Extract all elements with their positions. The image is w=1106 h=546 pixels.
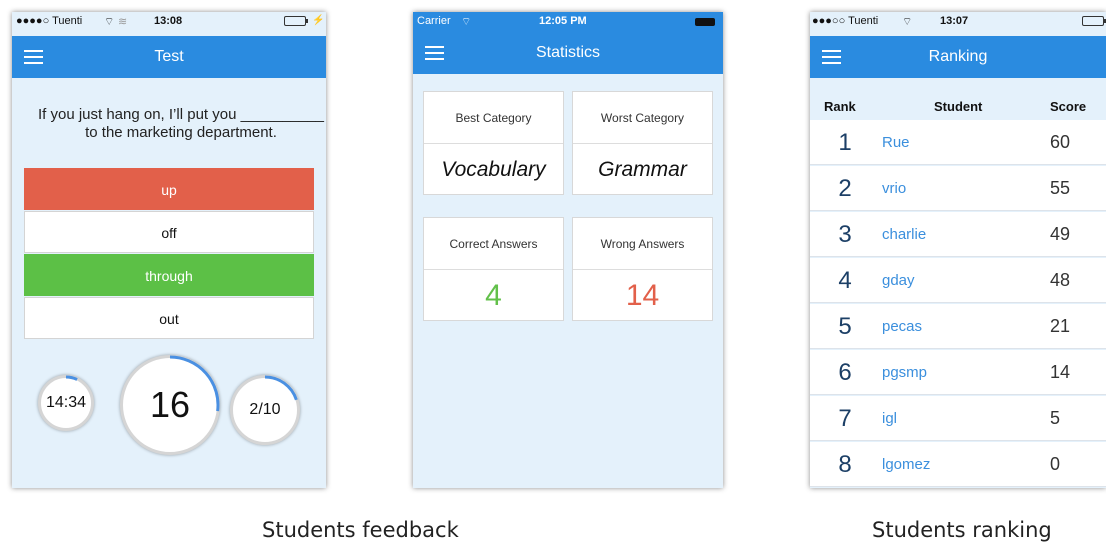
page-title: Statistics [535, 44, 600, 61]
caption-students-ranking: Students ranking [872, 518, 1052, 542]
rank-cell: 1 [838, 129, 852, 156]
nav-bar: Statistics [413, 32, 723, 74]
carrier-label: Carrier [417, 15, 451, 27]
score-column-header: Score [1050, 99, 1087, 114]
answer-option-through[interactable]: through [24, 254, 314, 296]
score-cell: 49 [1050, 224, 1071, 244]
nav-bar: Test [12, 36, 326, 78]
option-label: up [161, 182, 177, 198]
rank-cell: 7 [838, 405, 852, 432]
table-row[interactable]: 8 lgomez 0 [810, 442, 1106, 487]
card-label: Wrong Answers [573, 218, 712, 270]
score-cell: 48 [1050, 270, 1071, 290]
signal-icon: ≋ [118, 16, 128, 28]
battery-icon [695, 18, 715, 26]
carrier-label: ●●●○○ Tuenti [812, 15, 879, 27]
countdown-value: 16 [149, 384, 191, 425]
wifi-icon: ⌔ [902, 16, 913, 28]
student-name-link[interactable]: pgsmp [882, 364, 927, 381]
table-row[interactable]: 1 Rue 60 [810, 120, 1106, 165]
rank-cell: 2 [838, 175, 852, 202]
countdown-circle: 16 [120, 355, 220, 455]
progress-arc [264, 375, 298, 401]
statistics-phone: Carrier ⌔ 12:05 PM Statistics Best Categ… [413, 12, 723, 488]
wifi-icon: ⌔ [461, 16, 472, 28]
battery-icon [1082, 16, 1106, 26]
charging-icon: ⚡ [312, 15, 325, 26]
time-label: 12:05 PM [539, 15, 587, 27]
time-label: 13:08 [154, 15, 183, 27]
status-bar: ●●●○○ Tuenti ⌔ 13:07 [810, 12, 1106, 30]
card-value: 14 [625, 279, 660, 312]
question-counter-circle: 2/10 [230, 375, 300, 445]
student-name-link[interactable]: pecas [882, 318, 922, 335]
rank-cell: 6 [838, 359, 852, 386]
student-name-link[interactable]: gday [882, 272, 915, 289]
card-label: Correct Answers [424, 218, 563, 270]
card-label: Worst Category [573, 92, 712, 144]
carrier-label: ●●●●○ Tuenti [16, 15, 83, 27]
card-label: Best Category [424, 92, 563, 144]
student-name-link[interactable]: igl [882, 410, 897, 427]
student-name-link[interactable]: lgomez [882, 456, 930, 473]
score-cell: 14 [1050, 362, 1071, 382]
option-label: out [159, 311, 179, 327]
page-title: Test [154, 48, 184, 65]
student-column-header: Student [934, 99, 983, 114]
table-row[interactable]: 3 charlie 49 [810, 212, 1106, 257]
worst-category-card: Worst Category Grammar [572, 91, 713, 195]
card-value: Vocabulary [441, 158, 546, 181]
answer-option-out[interactable]: out [24, 297, 314, 339]
table-row[interactable]: 2 vrio 55 [810, 166, 1106, 211]
score-cell: 21 [1050, 316, 1071, 336]
table-row[interactable]: 5 pecas 21 [810, 304, 1106, 349]
answer-option-up[interactable]: up [24, 168, 314, 210]
score-cell: 55 [1050, 178, 1071, 198]
timer-circle: 14:34 [38, 375, 94, 431]
status-bar: ●●●●○ Tuenti ⌔ ≋ 13:08 ⚡ [12, 12, 326, 30]
table-row[interactable]: 4 gday 48 [810, 258, 1106, 303]
option-label: off [161, 225, 177, 241]
rank-column-header: Rank [824, 99, 856, 114]
rank-cell: 5 [838, 313, 852, 340]
rank-cell: 8 [838, 451, 852, 478]
score-cell: 0 [1050, 454, 1061, 474]
question-counter-value: 2/10 [249, 401, 281, 418]
score-cell: 5 [1050, 408, 1061, 428]
rank-cell: 4 [838, 267, 852, 294]
nav-bar: Ranking [810, 36, 1106, 78]
timer-value: 14:34 [45, 394, 87, 411]
card-value: 4 [485, 279, 502, 312]
best-category-card: Best Category Vocabulary [423, 91, 564, 195]
student-name-link[interactable]: charlie [882, 226, 926, 243]
ranking-phone: ●●●○○ Tuenti ⌔ 13:07 Ranking Rank Studen… [810, 12, 1106, 488]
student-name-link[interactable]: vrio [882, 180, 906, 197]
caption-students-feedback: Students feedback [262, 518, 459, 542]
rank-cell: 3 [838, 221, 852, 248]
table-header: Rank Student Score [810, 90, 1106, 120]
table-row[interactable]: 6 pgsmp 14 [810, 350, 1106, 395]
time-label: 13:07 [940, 15, 969, 27]
status-bar: Carrier ⌔ 12:05 PM [413, 12, 723, 32]
battery-icon [284, 16, 308, 26]
table-row[interactable]: 7 igl 5 [810, 396, 1106, 441]
correct-answers-card: Correct Answers 4 [423, 217, 564, 321]
card-value: Grammar [598, 158, 687, 181]
answer-option-off[interactable]: off [24, 211, 314, 253]
student-name-link[interactable]: Rue [882, 134, 910, 151]
page-title: Ranking [928, 48, 988, 65]
feedback-phone: ●●●●○ Tuenti ⌔ ≋ 13:08 ⚡ Test If you jus… [12, 12, 326, 488]
wifi-icon: ⌔ [104, 16, 115, 28]
wrong-answers-card: Wrong Answers 14 [572, 217, 713, 321]
question-text: If you just hang on, I’ll put you ______… [37, 106, 325, 141]
progress-arc [65, 375, 78, 381]
score-cell: 60 [1050, 132, 1071, 152]
option-label: through [145, 268, 193, 284]
